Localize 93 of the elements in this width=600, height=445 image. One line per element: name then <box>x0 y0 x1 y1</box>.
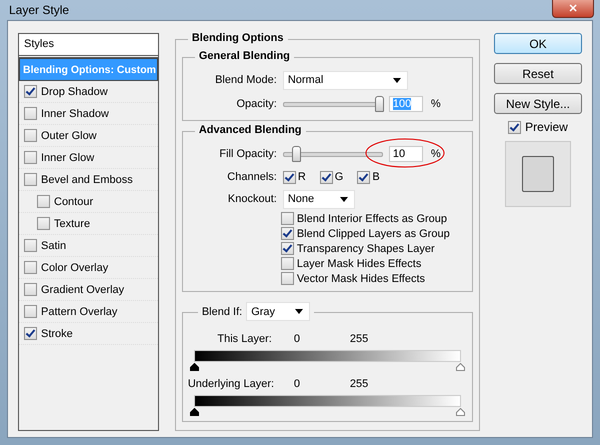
caret-icon <box>295 309 304 314</box>
field-label: Channels: <box>226 171 277 183</box>
style-item[interactable]: Color Overlay <box>19 257 158 279</box>
fill-opacity-slider[interactable] <box>282 146 383 162</box>
field-label: Knockout: <box>226 193 277 205</box>
checkbox[interactable] <box>24 327 37 340</box>
style-item[interactable]: Satin <box>19 235 158 257</box>
style-label: Pattern Overlay <box>41 306 118 318</box>
style-label: Contour <box>54 196 94 208</box>
value-field[interactable]: 10 <box>388 146 423 162</box>
checkbox[interactable] <box>280 227 294 240</box>
style-label: Gradient Overlay <box>41 284 124 296</box>
opacity-slider[interactable] <box>282 96 383 112</box>
checkbox[interactable] <box>24 173 37 186</box>
style-label: Outer Glow <box>41 130 97 142</box>
field-label: Opacity: <box>235 98 277 110</box>
checkbox[interactable] <box>24 129 37 142</box>
checkbox[interactable] <box>24 85 37 98</box>
slider-thumb[interactable] <box>456 408 465 416</box>
range-value: 0 <box>294 378 301 390</box>
range-value: 255 <box>350 378 368 390</box>
style-label: Blending Options: Custom <box>23 64 156 76</box>
checkbox[interactable] <box>37 217 50 230</box>
style-label: Drop Shadow <box>41 86 108 98</box>
style-item[interactable]: Inner Glow <box>19 147 158 169</box>
style-item[interactable]: Bevel and Emboss <box>19 169 158 191</box>
option-label: Vector Mask Hides Effects <box>296 272 426 284</box>
checkbox[interactable] <box>37 195 50 208</box>
checkbox[interactable] <box>24 261 37 274</box>
channel-label: G <box>334 171 344 183</box>
range-value: 255 <box>350 333 368 345</box>
style-label: Color Overlay <box>41 262 108 274</box>
style-item[interactable]: Outer Glow <box>19 125 158 147</box>
channel-label: B <box>372 171 380 183</box>
group-title: Blending Options <box>188 32 288 44</box>
option-label: Transparency Shapes Layer <box>296 242 435 254</box>
field-label: Fill Opacity: <box>218 148 277 160</box>
preview-square <box>522 156 554 192</box>
checkbox[interactable] <box>280 272 294 285</box>
checkbox[interactable] <box>280 212 294 225</box>
checkbox[interactable] <box>357 170 370 184</box>
dialog-button[interactable]: Reset <box>494 63 582 84</box>
preview-label: Preview <box>525 120 568 134</box>
caret-icon <box>340 196 348 202</box>
slider-thumb[interactable] <box>190 363 199 371</box>
group-title: General Blending <box>194 50 294 62</box>
option-label: Blend Clipped Layers as Group <box>296 228 450 240</box>
checkbox[interactable] <box>24 305 37 318</box>
unit-label: % <box>430 98 441 110</box>
group-title: Advanced Blending <box>194 124 306 136</box>
checkbox[interactable] <box>280 242 294 255</box>
style-item[interactable]: Contour <box>19 191 158 213</box>
window-title: Layer Style <box>8 3 70 17</box>
checkbox[interactable] <box>24 283 37 296</box>
checkbox[interactable] <box>508 120 522 134</box>
field-label: Blend If: <box>202 306 242 318</box>
style-item[interactable]: Texture <box>19 213 158 235</box>
dialog-button[interactable]: New Style... <box>494 93 582 114</box>
list-header: Styles <box>19 34 158 58</box>
checkbox[interactable] <box>24 151 37 164</box>
slider-thumb[interactable] <box>292 146 302 162</box>
style-item[interactable]: Gradient Overlay <box>19 279 158 301</box>
range-label: Underlying Layer: <box>188 378 272 390</box>
unit-label: % <box>430 148 441 160</box>
style-label: Satin <box>41 240 66 252</box>
style-label: Inner Glow <box>41 152 94 164</box>
style-item[interactable]: Inner Shadow <box>19 103 158 125</box>
blend-mode-dropdown[interactable]: Normal <box>282 70 408 90</box>
slider-thumb[interactable] <box>190 408 199 416</box>
range-label: This Layer: <box>216 333 272 345</box>
blend-if-dropdown[interactable]: Gray <box>246 302 310 321</box>
style-item[interactable]: Drop Shadow <box>19 81 158 103</box>
style-label: Stroke <box>41 328 73 340</box>
checkbox[interactable] <box>282 170 296 184</box>
checkbox[interactable] <box>320 170 333 184</box>
slider-thumb[interactable] <box>456 363 465 371</box>
dialog-button[interactable]: OK <box>494 33 582 54</box>
channel-label: R <box>298 171 306 183</box>
option-label: Blend Interior Effects as Group <box>296 212 448 224</box>
checkbox[interactable] <box>24 107 37 120</box>
range-value: 0 <box>294 333 301 345</box>
checkbox[interactable] <box>280 257 294 270</box>
field-label: Blend Mode: <box>214 74 277 86</box>
style-item[interactable]: Pattern Overlay <box>19 301 158 323</box>
knockout-dropdown[interactable]: None <box>282 190 355 208</box>
style-label: Texture <box>54 218 90 230</box>
slider-thumb[interactable] <box>374 96 384 112</box>
caret-icon <box>392 78 401 82</box>
style-item[interactable]: Stroke <box>19 323 158 345</box>
option-label: Layer Mask Hides Effects <box>296 258 422 270</box>
checkbox[interactable] <box>24 239 37 252</box>
style-label: Bevel and Emboss <box>41 174 133 186</box>
style-label: Inner Shadow <box>41 108 109 120</box>
